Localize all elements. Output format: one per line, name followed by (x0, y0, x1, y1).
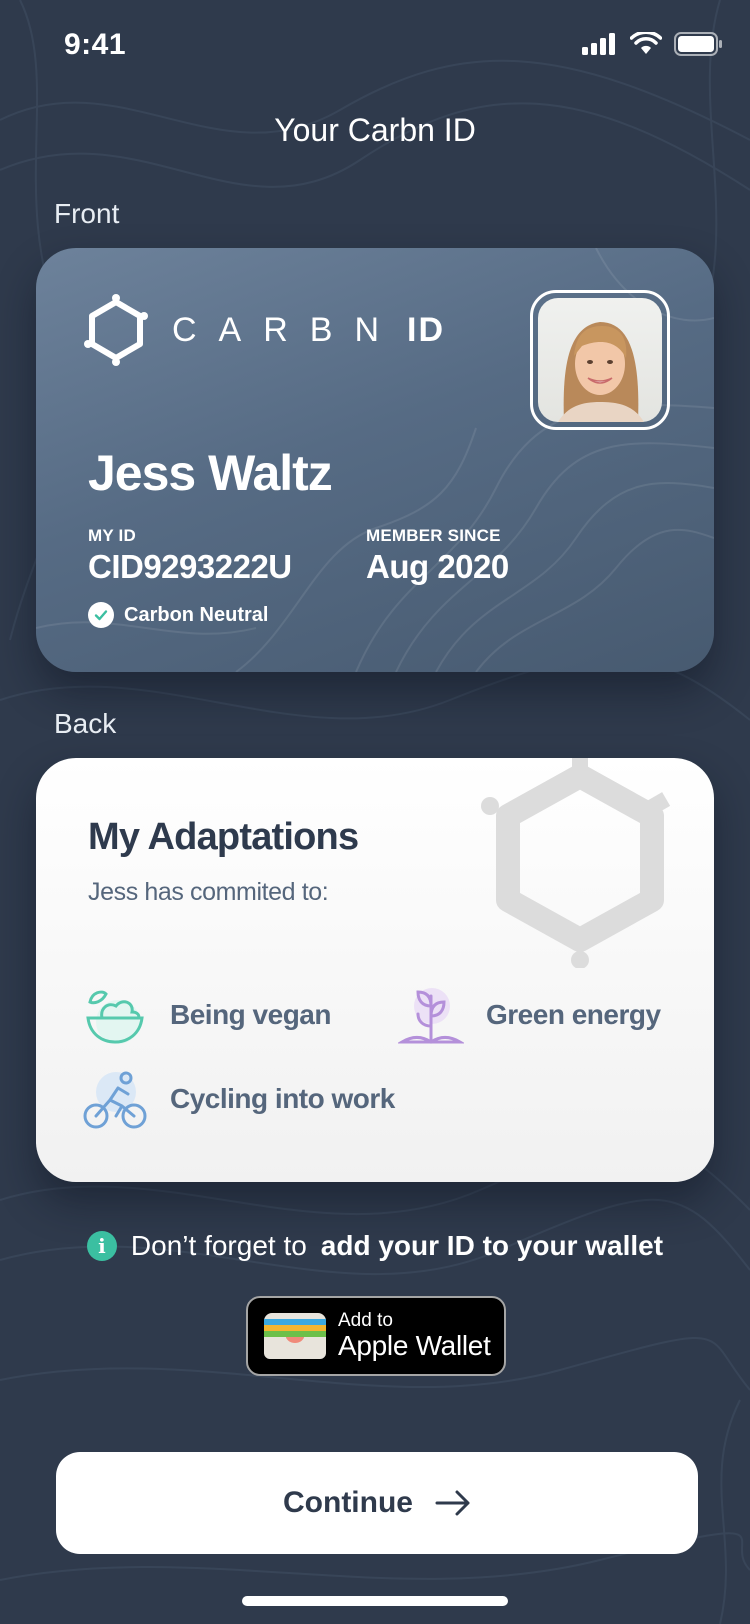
my-id-value: CID9293222U (88, 548, 292, 585)
status-text: Carbon Neutral (124, 603, 269, 626)
wallet-small-text: Add to (338, 1310, 393, 1331)
id-card-back[interactable]: My Adaptations Jess has commited to: Bei… (36, 758, 714, 1182)
avatar (538, 298, 662, 422)
hexagon-logo-icon (84, 294, 148, 366)
reminder-prefix: Don’t forget to (130, 1230, 307, 1261)
status-badge: Carbon Neutral (88, 602, 268, 628)
my-id-label: MY ID (88, 526, 136, 545)
continue-label: Continue (283, 1486, 413, 1519)
adaptation-item: Green energy (398, 982, 661, 1048)
carbn-id-logo: CARBN ID (84, 294, 445, 366)
adaptation-label: Being vegan (170, 999, 331, 1030)
profile-photo (530, 290, 670, 430)
adaptation-label: Green energy (486, 999, 661, 1030)
add-to-apple-wallet-button[interactable]: Add to Apple Wallet (246, 1296, 506, 1376)
continue-button[interactable]: Continue (56, 1452, 698, 1554)
member-since-value: Aug 2020 (366, 548, 509, 585)
reminder-emphasis: add your ID to your wallet (320, 1230, 664, 1261)
wifi-icon (630, 32, 662, 54)
status-time: 9:41 (64, 28, 127, 61)
hexagon-watermark-icon (481, 758, 671, 968)
portrait-illustration (558, 322, 644, 422)
cyclist-icon (83, 1071, 147, 1129)
home-indicator[interactable] (242, 1596, 508, 1606)
info-icon: i (86, 1231, 117, 1261)
arrow-right-icon (435, 1490, 470, 1516)
adaptation-item: Being vegan (82, 982, 331, 1048)
back-label: Back (54, 708, 117, 739)
wallet-text: Add to Apple Wallet (338, 1311, 491, 1361)
id-card-front[interactable]: CARBN ID Jess Waltz MY ID CID9293222U ME… (36, 248, 714, 672)
status-bar: 9:41 (0, 0, 750, 92)
battery-icon (674, 32, 722, 56)
brand-suffix: ID (407, 310, 446, 349)
sprout-icon (398, 988, 464, 1044)
check-icon (88, 602, 114, 628)
salad-bowl-icon (86, 990, 144, 1044)
wallet-large-text: Apple Wallet (338, 1330, 491, 1361)
adaptation-item: Cycling into work (82, 1066, 395, 1132)
front-label: Front (54, 198, 120, 229)
adaptations-subtitle: Jess has commited to: (88, 878, 329, 906)
member-since-label: MEMBER SINCE (366, 526, 501, 545)
card-holder-name: Jess Waltz (88, 445, 333, 501)
adaptation-label: Cycling into work (170, 1083, 395, 1114)
wallet-reminder: i Don’t forget to add your ID to your wa… (0, 1230, 750, 1262)
wallet-icon (264, 1313, 326, 1359)
adaptations-title: My Adaptations (88, 816, 359, 858)
page-title: Your Carbn ID (274, 112, 476, 148)
signal-icon (582, 33, 615, 55)
status-icons (582, 32, 722, 56)
brand-word: CARBN (172, 310, 402, 349)
